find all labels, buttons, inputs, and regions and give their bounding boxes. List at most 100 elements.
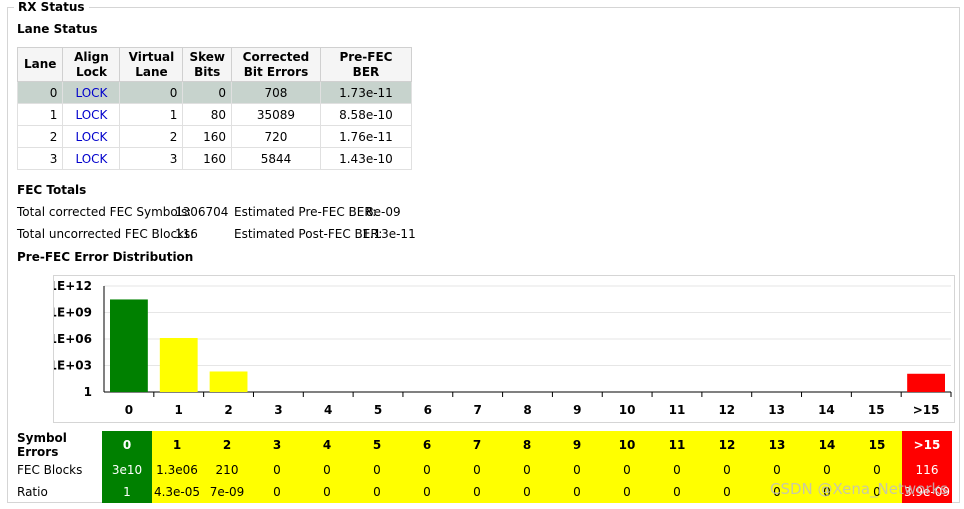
col-align-lock[interactable]: Align Lock: [62, 47, 121, 82]
fec-blocks-row: FEC Blocks 3e10 1.3e06 210 0 0 0 0 0 0 0 0 0 0 0 0 0 116: [17, 459, 952, 481]
corrected-symbols-value: 1306704: [175, 205, 229, 219]
distribution-title: Pre-FEC Error Distribution: [17, 250, 194, 264]
error-distribution-chart: 11E+031E+061E+091E+120123456789101112131…: [49, 275, 955, 423]
dist-cell: 9: [552, 431, 602, 459]
x-tick-label: 0: [125, 403, 133, 417]
dist-cell: 116: [902, 459, 952, 481]
dist-cell: 0: [702, 459, 752, 481]
dist-cell: 14: [802, 431, 852, 459]
x-tick-label: 13: [768, 403, 785, 417]
y-tick-label: 1E+06: [54, 332, 92, 346]
dist-cell: 12: [702, 431, 752, 459]
uncorrected-blocks-label: Total uncorrected FEC Blocks:: [17, 227, 195, 241]
dist-cell: 7e-09: [202, 481, 252, 503]
col-virtual-lane[interactable]: Virtual Lane: [119, 47, 184, 82]
x-tick-label: 7: [473, 403, 481, 417]
x-tick-label: 9: [573, 403, 581, 417]
symbol-errors-label: Symbol Errors: [17, 431, 67, 459]
dist-cell: 0: [802, 459, 852, 481]
dist-cell: 0: [652, 481, 702, 503]
dist-cell: 0: [102, 431, 152, 459]
pre-fec-ber-label: Estimated Pre-FEC BER:: [234, 205, 377, 219]
corrected-symbols-label: Total corrected FEC Symbols:: [17, 205, 192, 219]
dist-cell: 15: [852, 431, 902, 459]
x-tick-label: 5: [374, 403, 382, 417]
col-corrected-bit-errors[interactable]: Corrected Bit Errors: [230, 47, 321, 82]
x-tick-label: 1: [175, 403, 183, 417]
col-lane[interactable]: Lane: [16, 47, 64, 82]
dist-cell: 3e10: [102, 459, 152, 481]
dist-cell: 0: [352, 459, 402, 481]
dist-cell: 0: [452, 459, 502, 481]
post-fec-ber-label: Estimated Post-FEC BER:: [234, 227, 383, 241]
symbol-errors-row: Symbol Errors 0 1 2 3 4 5 6 7 8 9 10 11 12 13 14 15 >15: [17, 431, 952, 459]
dist-cell: 6: [402, 431, 452, 459]
dist-cell: 0: [602, 481, 652, 503]
post-fec-ber-value: 1.13e-11: [362, 227, 416, 241]
table-row[interactable]: 2 LOCK 2 160 720 1.76e-11: [16, 125, 412, 148]
dist-cell: 0: [752, 459, 802, 481]
dist-cell: >15: [902, 431, 952, 459]
dist-cell: 0: [402, 481, 452, 503]
y-tick-label: 1E+12: [54, 279, 92, 293]
dist-cell: 0: [852, 459, 902, 481]
dist-cell: 10: [602, 431, 652, 459]
chart-bar: [209, 371, 248, 392]
dist-cell: 210: [202, 459, 252, 481]
table-row[interactable]: 3 LOCK 3 160 5844 1.43e-10: [16, 147, 412, 170]
rx-status-title: RX Status: [14, 0, 89, 14]
dist-cell: 8: [502, 431, 552, 459]
x-tick-label: 6: [424, 403, 432, 417]
x-tick-label: 3: [274, 403, 282, 417]
dist-cell: 5: [352, 431, 402, 459]
dist-cell: 0: [702, 481, 752, 503]
dist-cell: 2: [202, 431, 252, 459]
dist-cell: 4: [302, 431, 352, 459]
dist-cell: 0: [302, 459, 352, 481]
dist-cell: 13: [752, 431, 802, 459]
dist-cell: 0: [552, 481, 602, 503]
dist-cell: 11: [652, 431, 702, 459]
watermark: CSDN @Xena_Networks: [769, 480, 948, 498]
dist-cell: 3: [252, 431, 302, 459]
x-tick-label: 8: [523, 403, 531, 417]
y-tick-label: 1E+03: [54, 359, 92, 373]
y-tick-label: 1E+09: [54, 306, 92, 320]
x-tick-label: 4: [324, 403, 332, 417]
fec-blocks-label: FEC Blocks: [17, 463, 83, 477]
dist-cell: 0: [552, 459, 602, 481]
chart-bar: [110, 299, 148, 392]
dist-cell: 0: [352, 481, 402, 503]
table-row[interactable]: 1 LOCK 1 80 35089 8.58e-10: [16, 103, 412, 126]
dist-cell: 1: [152, 431, 202, 459]
x-tick-label: 12: [718, 403, 735, 417]
x-tick-label: 14: [818, 403, 835, 417]
chart-bar: [159, 337, 198, 392]
dist-cell: 1.3e06: [152, 459, 202, 481]
lane-status-table: Lane Align Lock Virtual Lane Skew Bits Corr…: [16, 47, 412, 170]
chart-svg: 11E+031E+061E+091E+120123456789101112131…: [49, 279, 952, 417]
dist-cell: 0: [502, 459, 552, 481]
x-tick-label: 15: [868, 403, 885, 417]
dist-cell: 0: [252, 481, 302, 503]
lane-table-header: Lane Align Lock Virtual Lane Skew Bits Corr…: [16, 47, 412, 82]
y-tick-label: 1: [84, 385, 92, 399]
dist-cell: 0: [252, 459, 302, 481]
dist-cell: 0: [602, 459, 652, 481]
dist-cell: 1: [102, 481, 152, 503]
ratio-label: Ratio: [17, 485, 48, 499]
uncorrected-blocks-value: 116: [175, 227, 198, 241]
dist-cell: 0: [402, 459, 452, 481]
dist-cell: 7: [452, 431, 502, 459]
dist-cell: 4.3e-05: [152, 481, 202, 503]
table-row[interactable]: 0 LOCK 0 0 708 1.73e-11: [16, 81, 412, 104]
pre-fec-ber-value: 8e-09: [366, 205, 401, 219]
col-skew-bits[interactable]: Skew Bits: [182, 47, 232, 82]
dist-cell: 0: [502, 481, 552, 503]
chart-bar: [907, 373, 945, 392]
col-pre-fec-ber[interactable]: Pre-FEC BER: [319, 47, 412, 82]
fec-totals-title: FEC Totals: [17, 183, 87, 197]
x-tick-label: 2: [224, 403, 232, 417]
x-tick-label: 10: [619, 403, 636, 417]
x-tick-label: >15: [913, 403, 940, 417]
